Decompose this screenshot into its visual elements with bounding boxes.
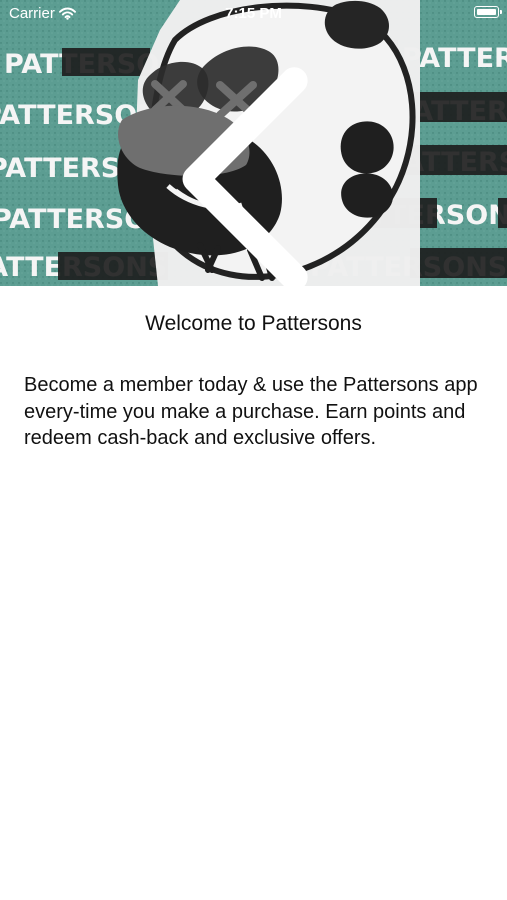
battery-fill	[477, 9, 496, 15]
welcome-description: Become a member today & use the Patterso…	[24, 374, 478, 449]
back-button[interactable]	[5, 36, 308, 286]
hero-banner: PATTERSONS PATTERSONS PATTERSONS PATTERS…	[0, 0, 507, 286]
battery-icon	[474, 6, 502, 18]
welcome-content: Welcome to Pattersons Become a member to…	[24, 308, 483, 452]
page-title: Welcome to Pattersons	[145, 312, 362, 335]
status-time: 7:15 PM	[225, 5, 282, 22]
chevron-left-icon	[182, 67, 308, 286]
status-bar: Carrier 7:15 PM	[0, 0, 507, 28]
